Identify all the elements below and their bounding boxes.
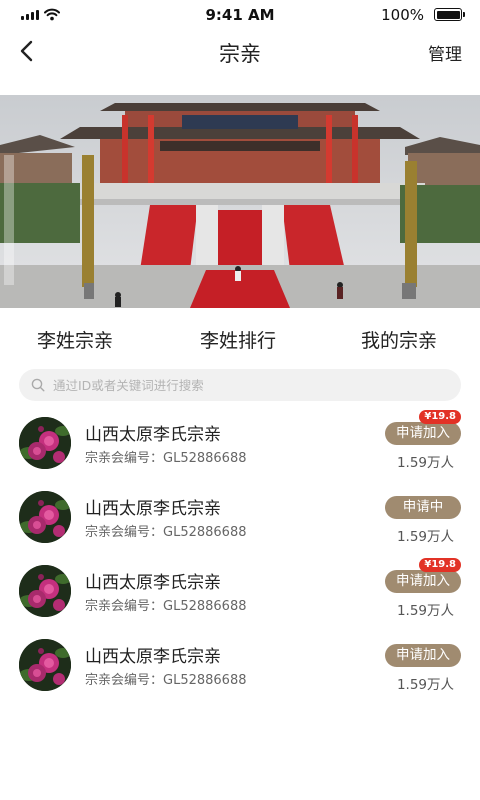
clan-code-label: 宗亲会编号： xyxy=(85,525,164,540)
apply-join-button[interactable]: 申请加入 xyxy=(385,422,461,445)
clan-name: 山西太原李氏宗亲 xyxy=(85,499,221,519)
status-bar: 9:41 AM 100% xyxy=(0,0,480,30)
member-count: 1.59万人 xyxy=(396,455,454,471)
list-item[interactable]: 山西太原李氏宗亲 宗亲会编号：GL52886688 申请加入 1.59万人 xyxy=(0,629,480,703)
list-item[interactable]: 山西太原李氏宗亲 宗亲会编号：GL52886688 申请加入 ¥19.8 1.5… xyxy=(0,555,480,629)
tab-bar: 李姓宗亲 李姓排行 我的宗亲 xyxy=(0,326,480,362)
applying-status-button[interactable]: 申请中 xyxy=(385,496,461,519)
tab-my-clans[interactable]: 我的宗亲 xyxy=(361,326,437,353)
tab-label: 李姓宗亲 xyxy=(37,330,114,352)
avatar xyxy=(19,639,71,691)
clan-name: 山西太原李氏宗亲 xyxy=(85,573,221,593)
price-badge: ¥19.8 xyxy=(419,410,461,424)
clan-code: 宗亲会编号：GL52886688 xyxy=(85,521,247,540)
battery-icon xyxy=(434,8,465,21)
apply-join-button[interactable]: 申请加入 xyxy=(385,570,461,593)
banner-image[interactable] xyxy=(0,95,480,308)
clan-name: 山西太原李氏宗亲 xyxy=(85,647,221,667)
price-badge: ¥19.8 xyxy=(419,558,461,572)
member-count: 1.59万人 xyxy=(396,677,454,693)
temple-photo xyxy=(0,95,480,308)
apply-join-button[interactable]: 申请加入 xyxy=(385,644,461,667)
nav-bar: 宗亲 管理 xyxy=(0,30,480,74)
flower-avatar-icon xyxy=(19,491,71,543)
tab-label: 我的宗亲 xyxy=(361,330,438,352)
back-arrow-icon[interactable] xyxy=(14,36,42,66)
clan-code-label: 宗亲会编号： xyxy=(85,451,164,466)
member-count: 1.59万人 xyxy=(396,529,454,545)
avatar xyxy=(19,491,71,543)
clan-code: 宗亲会编号：GL52886688 xyxy=(85,595,247,614)
clan-code-value: GL52886688 xyxy=(163,599,247,614)
clan-code-value: GL52886688 xyxy=(163,673,247,688)
page-title: 宗亲 xyxy=(219,42,261,66)
tab-li-clans[interactable]: 李姓宗亲 xyxy=(37,326,113,353)
list-item[interactable]: 山西太原李氏宗亲 宗亲会编号：GL52886688 申请加入 ¥19.8 1.5… xyxy=(0,407,480,481)
search-icon xyxy=(31,378,45,392)
member-count: 1.59万人 xyxy=(396,603,454,619)
battery-percent: 100% xyxy=(381,6,424,24)
clan-code-value: GL52886688 xyxy=(163,525,247,540)
flower-avatar-icon xyxy=(19,639,71,691)
clan-list: 山西太原李氏宗亲 宗亲会编号：GL52886688 申请加入 ¥19.8 1.5… xyxy=(0,407,480,703)
clan-code-label: 宗亲会编号： xyxy=(85,599,164,614)
tab-li-ranking[interactable]: 李姓排行 xyxy=(200,326,276,353)
tab-label: 李姓排行 xyxy=(200,330,277,352)
search-input[interactable] xyxy=(53,369,443,401)
clan-code-value: GL52886688 xyxy=(163,451,247,466)
flower-avatar-icon xyxy=(19,565,71,617)
clan-code: 宗亲会编号：GL52886688 xyxy=(85,447,247,466)
flower-avatar-icon xyxy=(19,417,71,469)
manage-button[interactable]: 管理 xyxy=(428,40,462,65)
avatar xyxy=(19,417,71,469)
list-item[interactable]: 山西太原李氏宗亲 宗亲会编号：GL52886688 申请中 1.59万人 xyxy=(0,481,480,555)
clan-code-label: 宗亲会编号： xyxy=(85,673,164,688)
search-bar xyxy=(19,369,461,401)
avatar xyxy=(19,565,71,617)
clan-name: 山西太原李氏宗亲 xyxy=(85,425,221,445)
clan-code: 宗亲会编号：GL52886688 xyxy=(85,669,247,688)
